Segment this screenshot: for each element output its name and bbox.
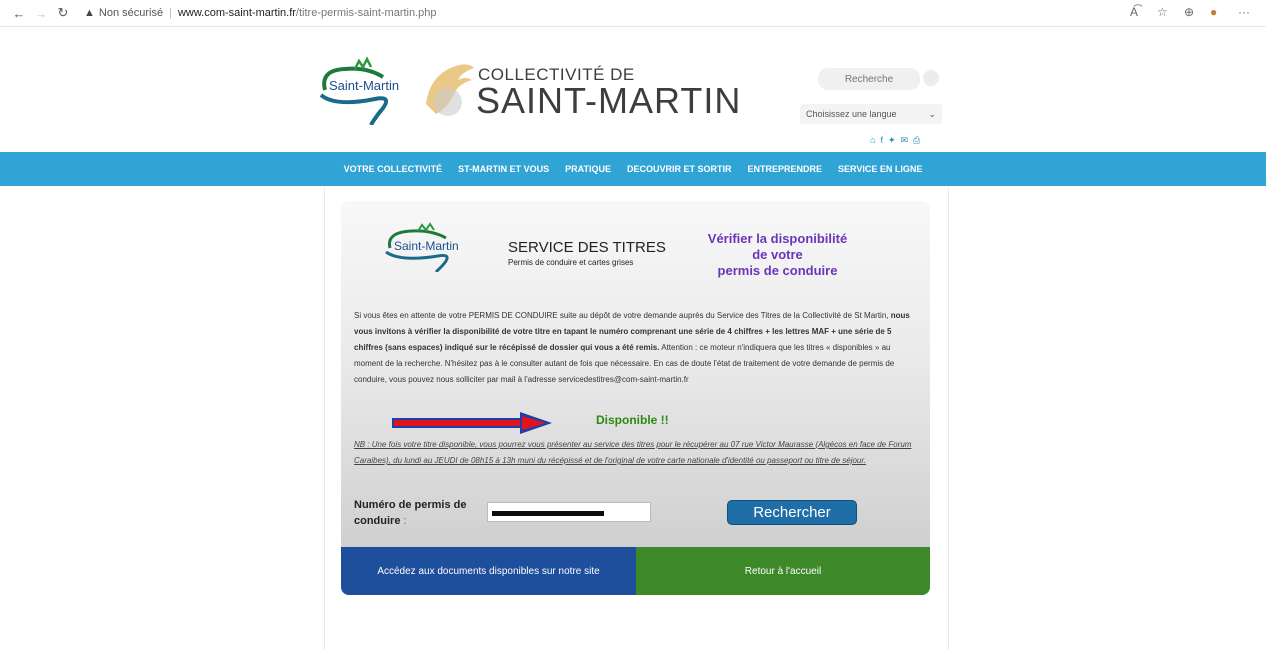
warning-icon[interactable]: ▲ xyxy=(84,7,95,19)
home-link[interactable]: Retour à l'accueil xyxy=(636,547,930,595)
permit-number-label: Numéro de permis de conduire : xyxy=(354,497,474,529)
chevron-down-icon: ⌄ xyxy=(928,108,936,119)
url-host: www.com-saint-martin.fr xyxy=(177,7,296,19)
intro-text-1: Si vous êtes en attente de votre PERMIS … xyxy=(354,311,891,320)
nav-pratique[interactable]: PRATIQUE xyxy=(565,164,611,174)
more-icon[interactable]: ··· xyxy=(1238,5,1250,19)
logo-text: Saint-Martin xyxy=(329,78,399,93)
mail-icon[interactable]: ✉ xyxy=(901,135,909,146)
security-label[interactable]: Non sécurisé xyxy=(99,7,163,19)
url-path: /titre-permis-saint-martin.php xyxy=(295,7,437,19)
nav-entreprendre[interactable]: ENTREPRENDRE xyxy=(748,164,823,174)
address-bar[interactable]: www.com-saint-martin.fr/titre-permis-sai… xyxy=(178,7,437,19)
permit-number-label-colon: : xyxy=(400,515,407,527)
verify-line-1: Vérifier la disponibilité xyxy=(707,231,848,246)
saint-martin-logo[interactable]: Saint-Martin xyxy=(315,55,425,125)
intro-paragraph: Si vous êtes en attente de votre PERMIS … xyxy=(354,308,916,388)
service-subtitle: Permis de conduire et cartes grises xyxy=(508,258,634,267)
verify-line-2: de votre xyxy=(752,247,803,262)
back-icon[interactable]: ← xyxy=(8,6,30,21)
social-links: ⌂ f ✦ ✉ ⎙ xyxy=(870,135,920,146)
print-icon[interactable]: ⎙ xyxy=(913,135,920,146)
verify-line-3: permis de conduire xyxy=(717,263,838,278)
home-icon[interactable]: ⌂ xyxy=(870,135,875,146)
search-button[interactable] xyxy=(923,70,939,86)
pelican-emblem-icon xyxy=(426,64,474,116)
nav-service-en-ligne[interactable]: SERVICE EN LIGNE xyxy=(838,164,922,174)
verify-heading: Vérifier la disponibilité de votre permi… xyxy=(685,231,870,279)
service-logo-text: Saint-Martin xyxy=(394,239,459,253)
service-logo: Saint-Martin xyxy=(385,222,459,272)
nb-notice: NB : Une fois votre titre disponible, vo… xyxy=(354,440,912,465)
main-nav: VOTRE COLLECTIVITÉ ST-MARTIN ET VOUS PRA… xyxy=(0,152,1266,186)
refresh-icon[interactable]: ↻ xyxy=(52,5,74,21)
favorites-icon[interactable]: ☆ xyxy=(1157,5,1168,19)
documents-link[interactable]: Accédez aux documents disponibles sur no… xyxy=(341,547,636,595)
nav-votre-collectivite[interactable]: VOTRE COLLECTIVITÉ xyxy=(344,164,443,174)
collections-icon[interactable]: ⊕ xyxy=(1184,5,1194,19)
browser-toolbar: ← → ↻ ▲ Non sécurisé | www.com-saint-mar… xyxy=(0,0,1266,27)
read-aloud-icon[interactable]: A͡ xyxy=(1130,5,1138,19)
twitter-icon[interactable]: ✦ xyxy=(888,135,896,146)
search-input[interactable] xyxy=(818,68,920,90)
nav-decouvrir-et-sortir[interactable]: DECOUVRIR ET SORTIR xyxy=(627,164,732,174)
redaction-bar xyxy=(492,511,604,516)
permit-number-label-text: Numéro de permis de conduire xyxy=(354,499,467,527)
forward-icon[interactable]: → xyxy=(30,6,52,21)
language-select[interactable]: Choisissez une langue ⌄ xyxy=(800,104,942,124)
availability-status: Disponible !! xyxy=(596,413,669,427)
arrow-right-icon xyxy=(392,412,552,434)
rechercher-button[interactable]: Rechercher xyxy=(727,500,857,525)
profile-icon[interactable]: ● xyxy=(1210,5,1217,19)
service-title: SERVICE DES TITRES xyxy=(508,239,666,256)
nav-st-martin-et-vous[interactable]: ST-MARTIN ET VOUS xyxy=(458,164,549,174)
address-separator: | xyxy=(169,7,172,19)
site-title: SAINT-MARTIN xyxy=(476,80,742,121)
language-label: Choisissez une langue xyxy=(806,109,897,119)
facebook-icon[interactable]: f xyxy=(880,135,883,146)
